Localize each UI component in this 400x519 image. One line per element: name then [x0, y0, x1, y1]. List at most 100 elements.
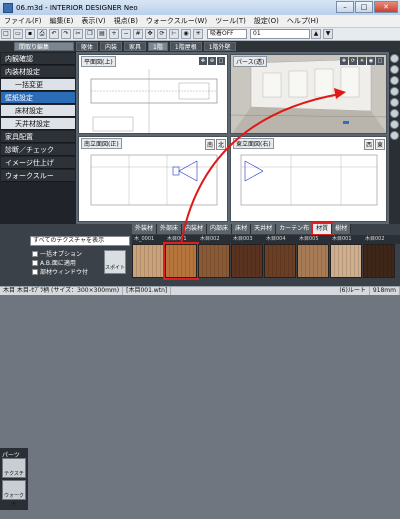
orbit-icon[interactable]: ⟳ [349, 57, 357, 65]
maximize-view-icon[interactable]: □ [376, 57, 384, 65]
checkbox[interactable] [32, 268, 38, 275]
sidebar-item-diagnosis[interactable]: 診断／チェック [1, 144, 75, 156]
tab-material[interactable]: 材質 [311, 222, 335, 236]
checkbox[interactable] [32, 259, 38, 266]
tab-wood[interactable]: 樹材 [332, 224, 352, 234]
zoom-in-icon[interactable]: + [109, 29, 119, 39]
menu-file[interactable]: ファイル(F) [0, 16, 46, 26]
sidebar-item-bulk-change[interactable]: 一括変更 [1, 79, 75, 91]
sidebar-item-interior-check[interactable]: 内観確認 [1, 53, 75, 65]
walk-mode-button[interactable]: ウォーク [2, 480, 26, 500]
snap-field[interactable]: 吸着OFF [207, 29, 247, 39]
sidebar-item-ceiling[interactable]: 天井材設定 [1, 118, 75, 130]
perspective-view[interactable]: パース(透) ✥ ⟳ ✳ ◉ □ [230, 54, 387, 134]
new-file-icon[interactable]: □ [1, 29, 11, 39]
tab-floor-1-roof[interactable]: 1階屋根 [169, 42, 202, 51]
south-elevation-drawing [90, 154, 218, 206]
option-check-1[interactable]: 一括オプション [32, 249, 82, 258]
open-folder-icon[interactable]: ▭ [13, 29, 23, 39]
camera-icon[interactable]: ◉ [181, 29, 191, 39]
sidebar-item-furniture[interactable]: 家具配置 [1, 131, 75, 143]
light-bulb-icon[interactable]: ✳ [358, 57, 366, 65]
plan-view[interactable]: 平面図(上) ✥ ⊕ □ [78, 54, 228, 134]
main-toolbar: □ ▭ ▪ ⎙ ↶ ↷ ✂ ❐ ▤ + − # ✥ ⟳ ⊢ ◉ ✳ 吸着OFF … [0, 28, 400, 41]
print-icon[interactable]: ⎙ [37, 29, 47, 39]
save-icon[interactable]: ▪ [25, 29, 35, 39]
texture-thumbnail[interactable] [363, 244, 395, 278]
mode-label[interactable]: 間取り編集 [14, 42, 74, 51]
paste-icon[interactable]: ▤ [97, 29, 107, 39]
texture-thumbnail[interactable] [297, 244, 329, 278]
ruler-icon[interactable]: ⊢ [169, 29, 179, 39]
layer-up-icon[interactable]: ▲ [311, 29, 321, 39]
layer-select[interactable]: 01 [250, 29, 310, 39]
tab-interior[interactable]: 内装材 [182, 224, 208, 234]
menu-edit[interactable]: 編集(E) [46, 16, 78, 26]
texture-thumbnail[interactable] [330, 244, 362, 278]
menu-settings[interactable]: 設定(O) [250, 16, 283, 26]
undo-icon[interactable]: ↶ [49, 29, 59, 39]
menu-view[interactable]: 表示(V) [77, 16, 109, 26]
south-elevation-view[interactable]: 南立面図(正) 南 北 [78, 136, 228, 222]
render-icon[interactable]: ◉ [367, 57, 375, 65]
sidebar-item-flooring[interactable]: 床材設定 [1, 105, 75, 117]
view-right-icon[interactable] [390, 87, 399, 96]
view-back-icon[interactable] [390, 65, 399, 74]
tab-exterior-floor[interactable]: 外部床 [157, 224, 183, 234]
tab-flooring[interactable]: 床材 [232, 224, 252, 234]
rotate-icon[interactable]: ⟳ [157, 29, 167, 39]
tab-furniture[interactable]: 家具 [124, 42, 147, 51]
east-elevation-view[interactable]: 東立面図(右) 西 東 [230, 136, 387, 222]
texture-thumbnail[interactable] [231, 244, 263, 278]
menu-tools[interactable]: ツール(T) [211, 16, 250, 26]
texture-thumbnail[interactable] [198, 244, 230, 278]
texture-mode-button[interactable]: テクスチャ [2, 458, 26, 507]
move-icon[interactable]: ✥ [145, 29, 155, 39]
sidebar-item-image-finish[interactable]: イメージ仕上げ [1, 157, 75, 169]
close-button[interactable]: ✕ [374, 1, 398, 13]
copy-icon[interactable]: ❐ [85, 29, 95, 39]
parts-panel: パーツ テクスチャ ウォーク すべてのテクスチャを表示 一括オプション A.B.… [0, 222, 400, 510]
texture-thumbnail[interactable] [264, 244, 296, 278]
texture-filter-select[interactable]: すべてのテクスチャを表示 [30, 236, 130, 246]
sidebar-item-wallpaper[interactable]: 壁紙設定 [1, 92, 75, 104]
minimize-button[interactable]: – [336, 1, 354, 13]
menu-help[interactable]: ヘルプ(H) [283, 16, 323, 26]
checkbox[interactable] [32, 250, 38, 257]
tab-exterior[interactable]: 外装材 [132, 224, 158, 234]
light-icon[interactable]: ✳ [193, 29, 203, 39]
menu-viewpoint[interactable]: 視点(B) [110, 16, 142, 26]
view-left-icon[interactable] [390, 76, 399, 85]
eyedropper-button[interactable]: スポイト [104, 250, 126, 274]
sidebar-item-walkthrough[interactable]: ウォークスルー [1, 170, 75, 182]
walk-icon[interactable]: ✥ [340, 57, 348, 65]
plan-drawing [90, 69, 218, 133]
maximize-button[interactable]: □ [355, 1, 373, 13]
option-check-3[interactable]: 部材ウィンドウ付 [32, 267, 88, 276]
view-top-icon[interactable] [390, 98, 399, 107]
grid-icon[interactable]: # [133, 29, 143, 39]
shadow-icon[interactable] [390, 131, 399, 140]
menu-walkthrough[interactable]: ウォークスルー(W) [142, 16, 211, 26]
tab-interior[interactable]: 内装 [100, 42, 123, 51]
zoom-out-icon[interactable]: − [121, 29, 131, 39]
tab-interior-floor[interactable]: 内部床 [207, 224, 233, 234]
status-bar: 木目 木目-ｾﾌﾟﾗ柄 (サイズ：300×300mm) [木目001.wtn] … [0, 286, 400, 295]
tab-floor-1[interactable]: 1階 [148, 42, 168, 51]
zoom-fit-icon[interactable] [390, 109, 399, 118]
sun-icon[interactable] [390, 120, 399, 129]
window-title: 06.m3d - INTERIOR DESIGNER Neo [16, 3, 138, 12]
texture-thumbnail[interactable] [163, 242, 199, 280]
view-front-icon[interactable] [390, 54, 399, 63]
redo-icon[interactable]: ↷ [61, 29, 71, 39]
cut-icon[interactable]: ✂ [73, 29, 83, 39]
sidebar-item-interior-materials[interactable]: 内装材設定 [1, 66, 75, 78]
texture-thumbnail[interactable] [132, 244, 164, 278]
layer-down-icon[interactable]: ▼ [323, 29, 333, 39]
tab-structure[interactable]: 躯体 [76, 42, 99, 51]
status-material: 木目 木目-ｾﾌﾟﾗ柄 (サイズ：300×300mm) [0, 287, 124, 295]
tab-ceiling[interactable]: 天井材 [251, 224, 277, 234]
tab-curtain[interactable]: カーテン布 [276, 224, 314, 234]
tab-floor-1-exterior[interactable]: 1階外壁 [203, 42, 236, 51]
option-check-2[interactable]: A.B.面に適用 [32, 258, 76, 267]
